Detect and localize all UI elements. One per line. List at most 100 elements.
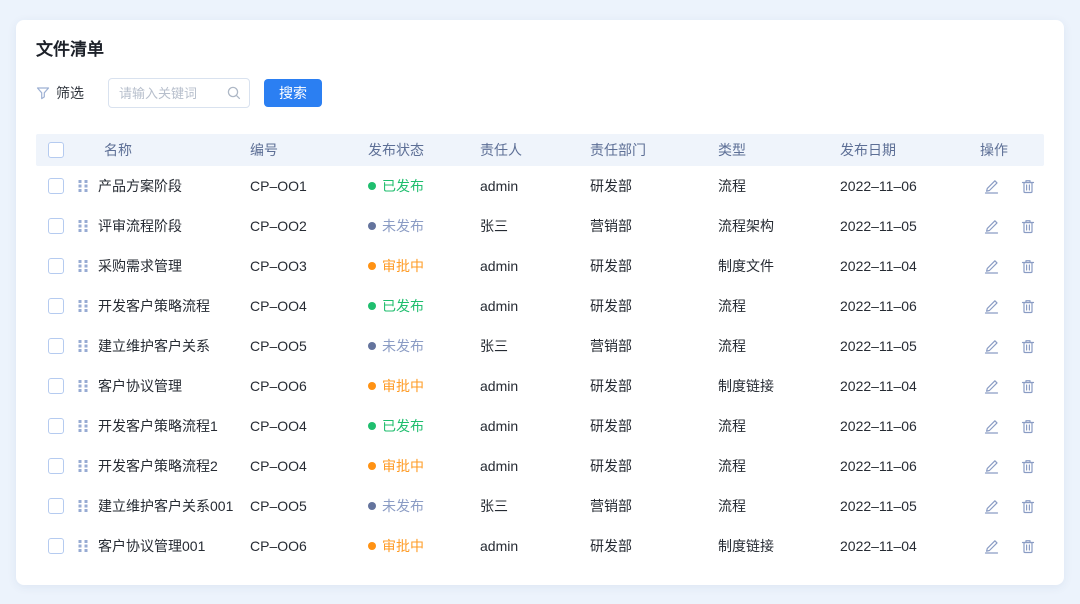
edit-button[interactable] xyxy=(982,497,1001,516)
file-name: 开发客户策略流程2 xyxy=(98,456,218,476)
file-code: CP–OO5 xyxy=(246,338,364,354)
edit-button[interactable] xyxy=(982,417,1001,436)
column-header-operations: 操作 xyxy=(976,140,1044,160)
edit-button[interactable] xyxy=(982,337,1001,356)
table-row: 产品方案阶段 CP–OO1 已发布 admin 研发部 流程 2022–11–0… xyxy=(36,166,1044,206)
drag-handle-icon[interactable] xyxy=(76,257,90,275)
row-checkbox[interactable] xyxy=(48,538,64,554)
drag-handle-icon[interactable] xyxy=(76,337,90,355)
delete-button[interactable] xyxy=(1019,417,1037,436)
row-checkbox[interactable] xyxy=(48,418,64,434)
delete-button[interactable] xyxy=(1019,217,1037,236)
search-box xyxy=(108,78,250,108)
delete-button[interactable] xyxy=(1019,457,1037,476)
column-header-name: 名称 xyxy=(76,140,246,160)
owner: admin xyxy=(476,298,586,314)
drag-handle-icon[interactable] xyxy=(76,537,90,555)
owner: admin xyxy=(476,418,586,434)
search-button[interactable]: 搜索 xyxy=(264,79,322,107)
status-dot-icon xyxy=(368,222,376,230)
status-label: 已发布 xyxy=(382,416,424,436)
owner: 张三 xyxy=(476,216,586,236)
row-checkbox[interactable] xyxy=(48,178,64,194)
file-name: 产品方案阶段 xyxy=(98,176,182,196)
table-row: 开发客户策略流程 CP–OO4 已发布 admin 研发部 流程 2022–11… xyxy=(36,286,1044,326)
edit-button[interactable] xyxy=(982,177,1001,196)
owner: admin xyxy=(476,538,586,554)
status-badge: 审批中 xyxy=(368,536,476,556)
publish-date: 2022–11–06 xyxy=(836,298,976,314)
publish-date: 2022–11–05 xyxy=(836,218,976,234)
drag-handle-icon[interactable] xyxy=(76,217,90,235)
drag-handle-icon[interactable] xyxy=(76,297,90,315)
delete-button[interactable] xyxy=(1019,297,1037,316)
pencil-icon xyxy=(984,379,999,394)
pencil-icon xyxy=(984,459,999,474)
drag-handle-icon[interactable] xyxy=(76,457,90,475)
delete-button[interactable] xyxy=(1019,257,1037,276)
file-code: CP–OO6 xyxy=(246,538,364,554)
status-badge: 未发布 xyxy=(368,496,476,516)
department: 研发部 xyxy=(586,376,714,396)
status-dot-icon xyxy=(368,502,376,510)
file-name: 开发客户策略流程1 xyxy=(98,416,218,436)
edit-button[interactable] xyxy=(982,257,1001,276)
delete-button[interactable] xyxy=(1019,377,1037,396)
filter-label: 筛选 xyxy=(56,83,84,103)
toolbar: 筛选 搜索 xyxy=(36,78,1044,108)
file-type: 流程 xyxy=(714,496,836,516)
delete-button[interactable] xyxy=(1019,337,1037,356)
publish-date: 2022–11–06 xyxy=(836,418,976,434)
edit-button[interactable] xyxy=(982,297,1001,316)
file-code: CP–OO5 xyxy=(246,498,364,514)
file-name: 开发客户策略流程 xyxy=(98,296,210,316)
department: 研发部 xyxy=(586,256,714,276)
delete-button[interactable] xyxy=(1019,177,1037,196)
row-checkbox[interactable] xyxy=(48,378,64,394)
edit-button[interactable] xyxy=(982,377,1001,396)
file-name: 评审流程阶段 xyxy=(98,216,182,236)
status-badge: 审批中 xyxy=(368,456,476,476)
table-body: 产品方案阶段 CP–OO1 已发布 admin 研发部 流程 2022–11–0… xyxy=(36,166,1044,566)
filter-button[interactable]: 筛选 xyxy=(36,83,84,103)
publish-date: 2022–11–04 xyxy=(836,538,976,554)
select-all-checkbox[interactable] xyxy=(48,142,64,158)
row-checkbox[interactable] xyxy=(48,338,64,354)
row-checkbox[interactable] xyxy=(48,458,64,474)
column-header-code: 编号 xyxy=(246,140,364,160)
trash-icon xyxy=(1021,339,1035,354)
publish-date: 2022–11–05 xyxy=(836,338,976,354)
row-checkbox[interactable] xyxy=(48,218,64,234)
drag-handle-icon[interactable] xyxy=(76,177,90,195)
drag-handle-icon[interactable] xyxy=(76,377,90,395)
table-row: 开发客户策略流程1 CP–OO4 已发布 admin 研发部 流程 2022–1… xyxy=(36,406,1044,446)
publish-date: 2022–11–05 xyxy=(836,498,976,514)
department: 营销部 xyxy=(586,496,714,516)
delete-button[interactable] xyxy=(1019,537,1037,556)
drag-handle-icon[interactable] xyxy=(76,417,90,435)
row-checkbox[interactable] xyxy=(48,298,64,314)
edit-button[interactable] xyxy=(982,457,1001,476)
file-code: CP–OO4 xyxy=(246,298,364,314)
edit-button[interactable] xyxy=(982,217,1001,236)
trash-icon xyxy=(1021,219,1035,234)
pencil-icon xyxy=(984,419,999,434)
status-label: 审批中 xyxy=(382,376,424,396)
pencil-icon xyxy=(984,339,999,354)
drag-handle-icon[interactable] xyxy=(76,497,90,515)
row-checkbox[interactable] xyxy=(48,498,64,514)
edit-button[interactable] xyxy=(982,537,1001,556)
file-name: 采购需求管理 xyxy=(98,256,182,276)
status-dot-icon xyxy=(368,182,376,190)
status-dot-icon xyxy=(368,542,376,550)
pencil-icon xyxy=(984,259,999,274)
status-badge: 已发布 xyxy=(368,416,476,436)
status-label: 审批中 xyxy=(382,456,424,476)
delete-button[interactable] xyxy=(1019,497,1037,516)
row-checkbox[interactable] xyxy=(48,258,64,274)
status-dot-icon xyxy=(368,302,376,310)
status-label: 未发布 xyxy=(382,496,424,516)
trash-icon xyxy=(1021,259,1035,274)
owner: 张三 xyxy=(476,496,586,516)
search-input[interactable] xyxy=(108,78,250,108)
